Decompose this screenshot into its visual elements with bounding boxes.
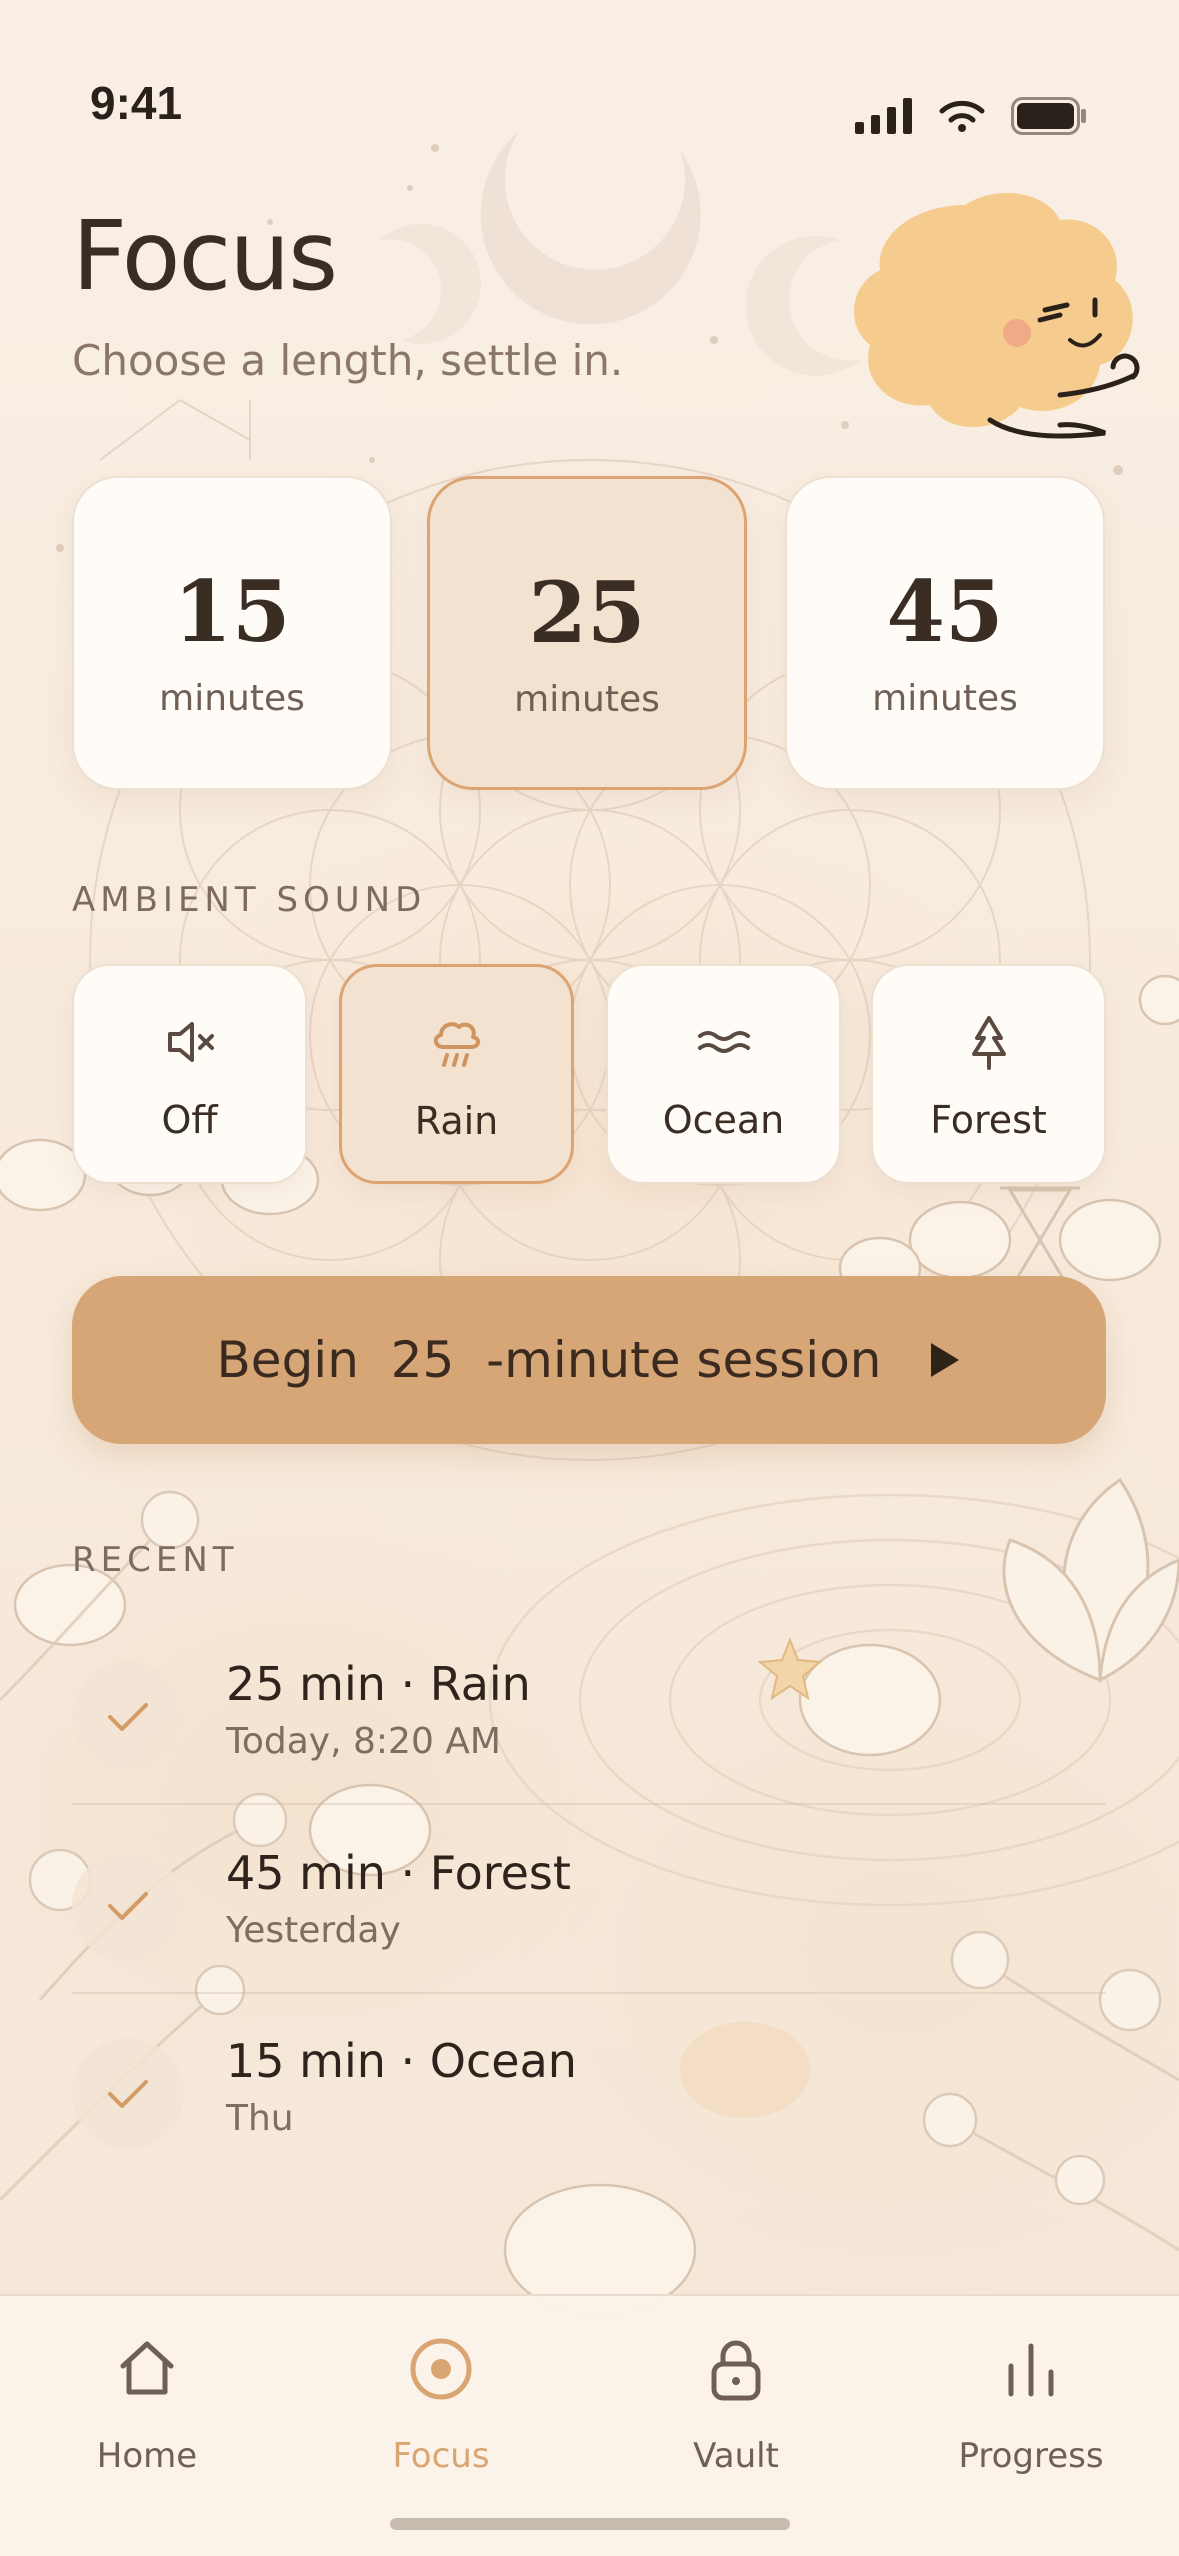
duration-value: 45 — [886, 562, 1004, 661]
recent-label: RECENT — [72, 1540, 239, 1580]
tab-label: Vault — [693, 2436, 779, 2476]
focus-icon — [410, 2338, 472, 2400]
recent-title: 25 min · Rain — [226, 1657, 531, 1711]
sound-label: Ocean — [662, 1098, 785, 1142]
check-icon — [108, 2080, 148, 2108]
sound-option-off[interactable]: Off — [72, 964, 307, 1184]
waves-icon — [697, 1031, 750, 1053]
sound-option-rain[interactable]: Rain — [339, 964, 574, 1184]
recent-session-item[interactable]: 25 min · Rain Today, 8:20 AM — [72, 1617, 1106, 1805]
begin-session-button[interactable]: Begin 25 -minute session — [72, 1276, 1106, 1444]
lock-icon — [711, 2340, 761, 2401]
check-badge — [72, 1850, 184, 1962]
tab-label: Focus — [392, 2436, 490, 2476]
ambient-sound-label: AMBIENT SOUND — [72, 880, 427, 920]
duration-value: 25 — [528, 563, 646, 662]
duration-unit: minutes — [159, 678, 305, 719]
status-icons — [855, 96, 1087, 136]
tree-icon — [971, 1016, 1006, 1070]
duration-option-45[interactable]: 45 minutes — [785, 476, 1105, 790]
check-badge — [72, 1661, 184, 1773]
recent-subtitle: Yesterday — [226, 1910, 401, 1951]
rain-icon — [433, 1022, 480, 1067]
home-indicator[interactable] — [390, 2518, 790, 2530]
recent-session-item[interactable]: 15 min · Ocean Thu — [72, 1994, 1106, 2182]
begin-prefix: Begin — [216, 1331, 359, 1389]
check-icon — [108, 1892, 148, 1920]
tab-bar: Home Focus Vault Progress — [0, 2294, 1179, 2556]
recent-title: 15 min · Ocean — [226, 2034, 577, 2088]
tab-label: Progress — [958, 2436, 1104, 2476]
duration-unit: minutes — [514, 679, 660, 720]
duration-option-25[interactable]: 25 minutes — [427, 476, 747, 790]
recent-subtitle: Thu — [226, 2098, 294, 2139]
tab-progress[interactable]: Progress — [911, 2336, 1151, 2506]
play-icon — [931, 1343, 960, 1377]
status-time: 9:41 — [90, 77, 183, 129]
tab-focus[interactable]: Focus — [321, 2336, 561, 2506]
battery-icon — [1011, 97, 1086, 135]
mute-icon — [167, 1022, 214, 1062]
wifi-icon — [939, 100, 985, 132]
recent-subtitle: Today, 8:20 AM — [226, 1721, 501, 1762]
tab-label: Home — [96, 2436, 198, 2476]
bar-chart-icon — [1008, 2343, 1054, 2397]
signal-icon — [855, 98, 912, 134]
mascot-illustration — [853, 193, 1140, 439]
check-icon — [108, 1703, 148, 1731]
duration-unit: minutes — [872, 678, 1018, 719]
tab-vault[interactable]: Vault — [616, 2336, 856, 2506]
page-title: Focus — [72, 200, 338, 312]
sound-label: Rain — [414, 1099, 499, 1143]
tab-home[interactable]: Home — [27, 2336, 267, 2506]
begin-suffix: -minute session — [486, 1331, 882, 1389]
page-subtitle: Choose a length, settle in. — [72, 336, 624, 385]
duration-option-15[interactable]: 15 minutes — [72, 476, 392, 790]
duration-value: 15 — [173, 562, 291, 661]
home-icon — [120, 2341, 174, 2395]
begin-minutes: 25 — [390, 1331, 455, 1389]
check-badge — [72, 2038, 184, 2150]
sound-option-ocean[interactable]: Ocean — [606, 964, 841, 1184]
recent-title: 45 min · Forest — [226, 1846, 571, 1900]
recent-session-item[interactable]: 45 min · Forest Yesterday — [72, 1806, 1106, 1994]
sound-label: Off — [161, 1098, 218, 1142]
sound-option-forest[interactable]: Forest — [871, 964, 1106, 1184]
sound-label: Forest — [930, 1098, 1047, 1142]
